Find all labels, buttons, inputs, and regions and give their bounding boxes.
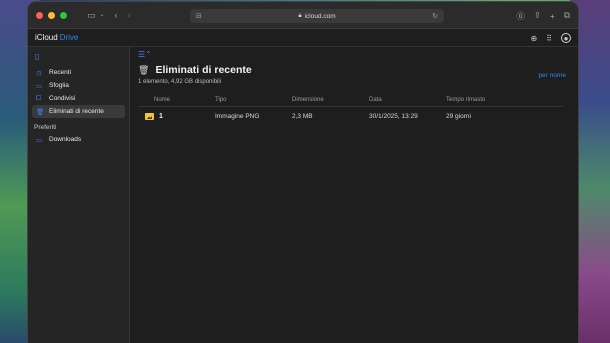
app-grid-icon[interactable]: ⠿	[546, 34, 552, 43]
storage-summary: 1 elemento, 4,92 GB disponibili	[138, 79, 222, 85]
file-size-cell: 2,3 MB	[292, 113, 313, 120]
table-row[interactable]: 1 Immagine PNG 2,3 MB 30/1/2025, 13:29 2…	[138, 108, 564, 125]
sidebar-item-downloads[interactable]: ▭ Downloads	[32, 133, 125, 146]
downloads-icon[interactable]: ⓪	[516, 10, 525, 22]
browser-toolbar: ▭ ⌄ ‹ › ⊟ 🔒︎ icloud.com ↻ ⓪ ⇪ + ⧉	[28, 2, 578, 29]
column-header-dimensione[interactable]: Dimensione	[292, 97, 369, 103]
tab-overview-icon[interactable]: ⧉	[564, 10, 570, 21]
url-text: icloud.com	[304, 12, 336, 20]
table-header: Nome Tipo Dimensione Data Tempo rimasto	[138, 93, 564, 107]
brand-prefix: iCloud	[35, 33, 58, 42]
file-name-cell: 1	[138, 113, 215, 120]
time-remaining-cell: 29 giorni	[446, 113, 471, 120]
file-name: 1	[159, 113, 163, 120]
sidebar-item-eliminati[interactable]: 🗑︎ Eliminati di recente	[32, 105, 125, 118]
sidebar-item-recenti[interactable]: ◷ Recenti	[32, 66, 125, 79]
column-header-tempo-rimasto[interactable]: Tempo rimasto	[446, 97, 564, 103]
page-header: 🗑︎ Eliminati di recente	[138, 64, 564, 76]
column-header-tipo[interactable]: Tipo	[215, 97, 292, 103]
page-settings-icon[interactable]: ⊟	[196, 12, 202, 20]
icloud-header: iCloud Drive ⊕ ⠿ ●	[28, 29, 578, 47]
view-options-icon[interactable]: ☰⌃	[138, 47, 564, 64]
sidebar-item-label: Recenti	[49, 69, 72, 76]
content-area: ▯ ◷ Recenti ▭ Sfoglia ⧠ Condivisi 🗑︎ Eli…	[28, 47, 578, 343]
sort-by-name-button[interactable]: per nome	[539, 72, 566, 79]
window-controls	[36, 11, 67, 19]
close-window-button[interactable]	[36, 11, 43, 19]
shared-folder-icon: ⧠	[36, 94, 42, 102]
sidebar-item-label: Condivisi	[49, 95, 76, 102]
zoom-window-button[interactable]	[60, 11, 67, 19]
icloud-drive-logo[interactable]: iCloud Drive	[34, 33, 78, 42]
back-icon[interactable]: ‹	[115, 10, 118, 20]
sidebar-item-label: Downloads	[49, 136, 82, 143]
trash-icon: 🗑︎	[36, 108, 45, 116]
sidebar-item-label: Sfoglia	[49, 82, 69, 89]
folder-icon: ▭	[36, 136, 43, 144]
add-icon[interactable]: ⊕	[530, 34, 537, 43]
share-icon[interactable]: ⇪	[534, 10, 541, 21]
image-file-icon	[145, 113, 154, 120]
forward-icon[interactable]: ›	[128, 10, 131, 20]
column-header-data[interactable]: Data	[369, 97, 446, 103]
lock-icon: 🔒︎	[298, 12, 302, 19]
sidebar-item-sfoglia[interactable]: ▭ Sfoglia	[32, 79, 125, 92]
main-panel: ☰⌃ 🗑︎ Eliminati di recente 1 elemento, 4…	[130, 47, 578, 343]
address-bar[interactable]: ⊟ 🔒︎ icloud.com ↻	[190, 9, 444, 23]
chevron-down-icon[interactable]: ⌄	[100, 12, 105, 18]
header-actions: ⊕ ⠿ ●	[530, 29, 571, 47]
trash-icon: 🗑︎	[138, 64, 150, 75]
reload-icon[interactable]: ↻	[432, 12, 438, 20]
column-header-nome[interactable]: Nome	[138, 97, 215, 103]
safari-window: ▭ ⌄ ‹ › ⊟ 🔒︎ icloud.com ↻ ⓪ ⇪ + ⧉ iCloud…	[28, 2, 578, 343]
sidebar-toggle-icon[interactable]: ▭	[87, 10, 96, 20]
new-tab-icon[interactable]: +	[550, 11, 555, 21]
sidebar-item-label: Eliminati di recente	[49, 108, 104, 115]
minimize-window-button[interactable]	[48, 11, 55, 19]
file-type-cell: Immagine PNG	[215, 113, 260, 120]
toolbar-right-group: ⓪ ⇪ + ⧉	[516, 2, 570, 29]
sidebar: ▯ ◷ Recenti ▭ Sfoglia ⧠ Condivisi 🗑︎ Eli…	[28, 47, 130, 343]
sidebar-section-preferiti: Preferiti	[34, 124, 57, 131]
page-title: Eliminati di recente	[155, 64, 252, 76]
sidebar-collapse-icon[interactable]: ▯	[28, 49, 129, 66]
brand-suffix: Drive	[59, 33, 79, 42]
file-date-cell: 30/1/2025, 13:29	[369, 113, 418, 120]
sidebar-item-condivisi[interactable]: ⧠ Condivisi	[32, 92, 125, 105]
folder-icon: ▭	[36, 82, 43, 90]
toolbar-left-group: ▭ ⌄ ‹ ›	[73, 10, 131, 20]
account-avatar[interactable]: ●	[561, 33, 571, 43]
clock-icon: ◷	[36, 69, 42, 77]
